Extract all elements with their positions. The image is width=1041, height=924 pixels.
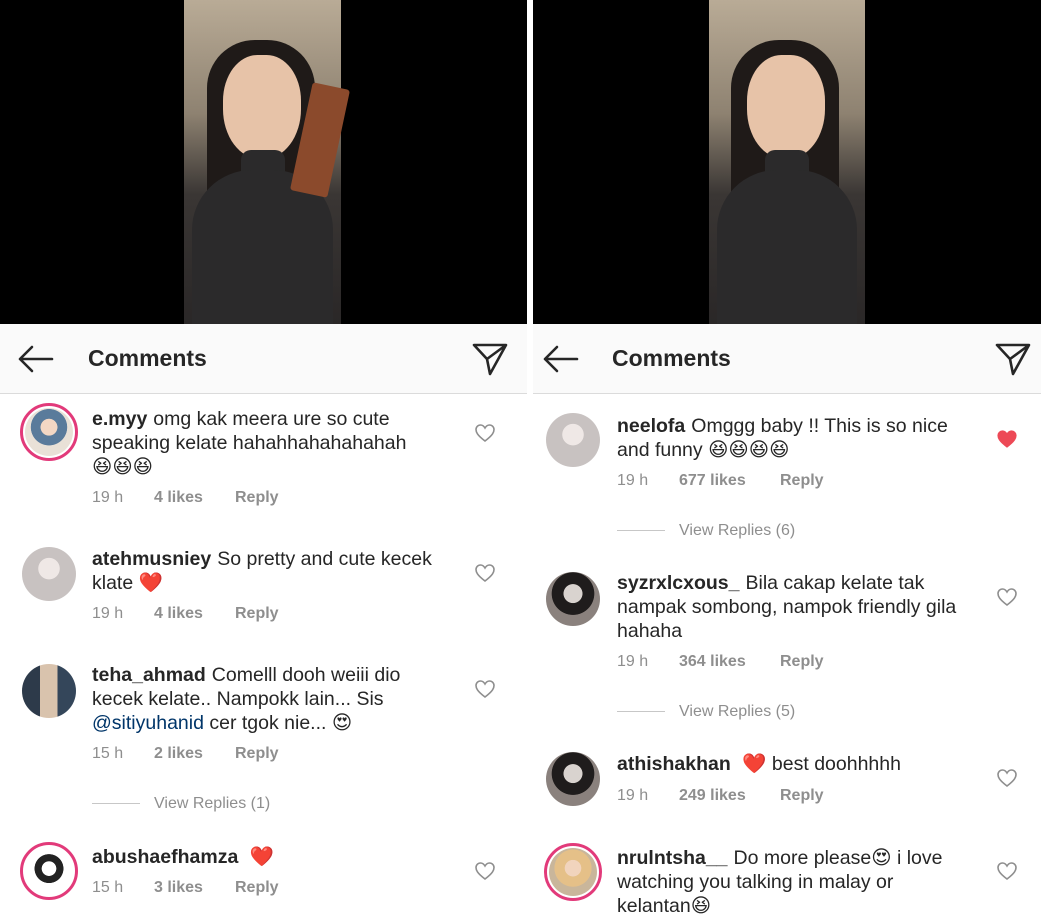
comment-emoji: 😍 [871,847,892,869]
comment-username[interactable]: atehmusniey [92,548,211,570]
right-screenshot: Comments neelofa Omggg baby !! This is so… [533,0,1041,924]
comment-emoji: ❤️ [249,846,275,868]
avatar[interactable] [20,403,78,461]
video-player[interactable] [0,0,527,324]
reply-button[interactable]: Reply [780,787,824,805]
like-heart-icon[interactable] [475,680,495,698]
likes-count[interactable]: 4 likes [154,489,235,507]
comment-time: 19 h [617,653,649,670]
like-heart-icon[interactable] [475,862,495,880]
like-heart-icon[interactable] [997,769,1017,787]
liked-heart-icon[interactable] [997,430,1017,448]
mention-link[interactable]: @sitiyuhanid [92,712,204,734]
likes-count[interactable]: 2 likes [154,745,235,763]
view-replies-button[interactable]: View Replies (5) [617,703,795,721]
comment-emoji: 😆 [690,895,712,917]
avatar[interactable] [546,752,600,806]
comment-username[interactable]: neelofa [617,415,685,437]
video-frame [184,0,351,324]
comment-emoji: ❤️ [138,572,163,594]
comment-username[interactable]: syzrxlcxous_ [617,572,740,594]
comment-text: Do more please [733,847,872,869]
avatar[interactable] [22,664,76,718]
left-screenshot: Comments e.myy omg kak meera ure so cute … [0,0,527,924]
comment-username[interactable]: abushaefhamza [92,846,238,868]
comment-time: 19 h [92,489,124,506]
likes-count[interactable]: 249 likes [679,787,780,805]
like-heart-icon[interactable] [997,588,1017,606]
view-replies-button[interactable]: View Replies (6) [617,522,795,540]
comments-header: Comments [533,324,1041,394]
likes-count[interactable]: 677 likes [679,472,780,490]
page-title: Comments [612,345,731,371]
likes-count[interactable]: 4 likes [154,605,235,623]
avatar[interactable] [546,413,600,467]
like-heart-icon[interactable] [475,424,495,442]
comment-time: 15 h [92,745,124,762]
reply-button[interactable]: Reply [235,605,279,623]
comment-emoji: 😆😆😆😆 [708,439,790,461]
comment-username[interactable]: athishakhan [617,753,731,775]
comment-username[interactable]: e.myy [92,408,147,430]
comment-time: 15 h [92,879,124,896]
send-icon[interactable] [994,340,1032,378]
video-player[interactable] [533,0,1041,324]
comment-emoji: 😍 [331,712,353,734]
comment-emoji: ❤️ [742,753,767,775]
view-replies-button[interactable]: View Replies (1) [92,795,270,813]
reply-button[interactable]: Reply [780,472,824,490]
comment-username[interactable]: teha_ahmad [92,664,206,686]
comment-time: 19 h [92,605,124,622]
comment-emoji: 😆😆😆 [92,456,153,478]
comment-time: 19 h [617,787,649,804]
avatar[interactable] [544,843,602,901]
comments-header: Comments [0,324,527,394]
back-arrow-icon[interactable] [541,343,581,375]
comment-time: 19 h [617,472,649,489]
comment-text: cer tgok nie... [209,712,327,734]
likes-count[interactable]: 364 likes [679,653,780,671]
video-frame [709,0,865,324]
reply-button[interactable]: Reply [780,653,824,671]
send-icon[interactable] [471,340,509,378]
reply-button[interactable]: Reply [235,745,279,763]
like-heart-icon[interactable] [997,862,1017,880]
avatar[interactable] [22,547,76,601]
page-title: Comments [88,345,207,371]
back-arrow-icon[interactable] [16,343,56,375]
avatar[interactable] [546,572,600,626]
likes-count[interactable]: 3 likes [154,879,235,897]
like-heart-icon[interactable] [475,564,495,582]
reply-button[interactable]: Reply [235,489,279,507]
comment-username[interactable]: nrulntsha__ [617,847,728,869]
reply-button[interactable]: Reply [235,879,279,897]
comment-text: best doohhhhh [771,753,901,775]
avatar[interactable] [20,842,78,900]
